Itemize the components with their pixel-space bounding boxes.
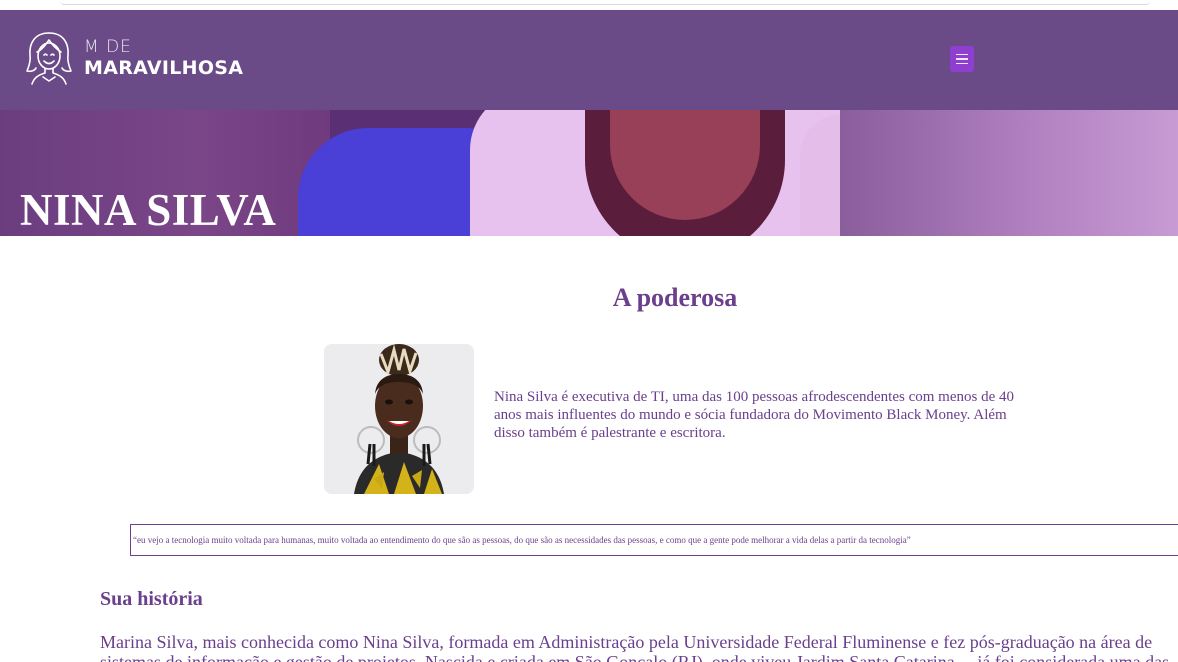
section-title: A poderosa xyxy=(612,283,738,312)
history-heading: Sua história xyxy=(100,588,203,610)
logo-text-big: MARAVILHOSA xyxy=(84,56,244,79)
hero-banner: NINA SILVA xyxy=(0,110,1178,236)
woman-face-logo-icon xyxy=(26,32,72,85)
logo-text-small: M DE xyxy=(84,36,132,57)
hamburger-menu-icon[interactable] xyxy=(950,46,974,72)
history-paragraph: Marina Silva, mais conhecida como Nina S… xyxy=(100,632,1170,662)
site-logo[interactable]: M DE MARAVILHOSA xyxy=(24,30,243,86)
hero-title: NINA SILVA xyxy=(20,185,277,235)
quote-block: “eu vejo a tecnologia muito voltada para… xyxy=(130,524,1178,556)
profile-photo xyxy=(324,344,474,494)
site-header: M DE MARAVILHOSA xyxy=(0,10,1178,110)
bio-paragraph: Nina Silva é executiva de TI, uma das 10… xyxy=(494,389,1014,441)
browser-top-strip xyxy=(0,0,1178,10)
